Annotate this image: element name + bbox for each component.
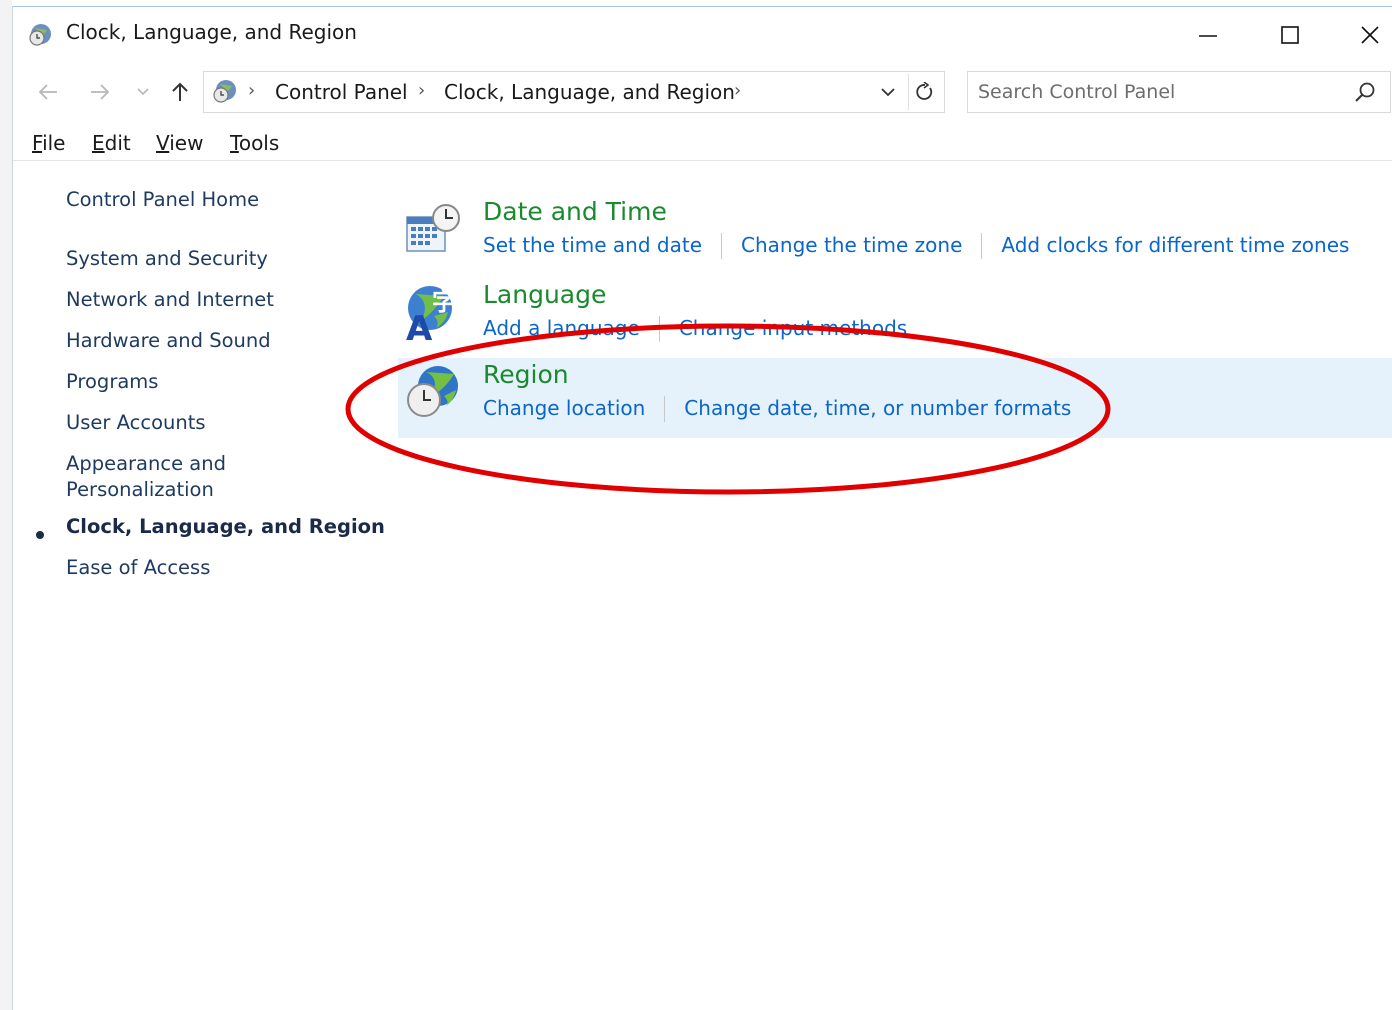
menu-edit[interactable]: Edit [92, 131, 131, 155]
forward-arrow-icon [91, 84, 110, 100]
link-change-location[interactable]: Change location [483, 396, 645, 420]
category-date-time: Date and Time Set the time and date Chang… [398, 195, 1392, 275]
sidebar-item-user-accounts[interactable]: User Accounts [66, 410, 206, 436]
menu-file[interactable]: File [32, 131, 65, 155]
address-bar[interactable]: › Control Panel › Clock, Language, and R… [203, 71, 945, 113]
search-box[interactable] [967, 71, 1391, 113]
back-button[interactable] [33, 77, 63, 107]
sidebar-item-ease-of-access[interactable]: Ease of Access [66, 555, 210, 581]
sidebar-item-appearance-line1[interactable]: Appearance and [66, 451, 226, 477]
address-history-dropdown[interactable] [874, 74, 902, 110]
menu-tools-access-key: T [230, 131, 239, 155]
breadcrumb-separator-icon[interactable]: › [248, 80, 255, 101]
minimize-button[interactable] [1185, 17, 1231, 53]
clock-globe-icon [213, 80, 236, 103]
svg-text:字: 字 [432, 288, 456, 316]
breadcrumb-separator-icon[interactable]: › [734, 80, 741, 101]
menu-bar: File Edit View Tools [13, 125, 1392, 161]
link-add-clocks[interactable]: Add clocks for different time zones [1001, 233, 1349, 257]
link-divider [981, 233, 983, 259]
search-input[interactable] [978, 79, 1338, 105]
back-arrow-icon [38, 84, 57, 100]
sidebar-item-hardware-sound[interactable]: Hardware and Sound [66, 328, 271, 354]
up-arrow-icon [172, 82, 188, 101]
breadcrumb-control-panel[interactable]: Control Panel [275, 80, 408, 104]
link-divider [658, 316, 660, 342]
category-links: Add a language Change input methods [483, 316, 907, 344]
desktop-edge [0, 0, 12, 1010]
sidebar-item-clock-language-region: Clock, Language, and Region [66, 515, 385, 538]
clock-globe-icon [29, 24, 51, 46]
sidebar-item-control-panel-home[interactable]: Control Panel Home [66, 187, 259, 213]
sidebar: Control Panel Home System and Security N… [13, 162, 393, 1010]
breadcrumb-separator-icon[interactable]: › [418, 80, 425, 101]
category-language: A 字 Language Add a language Change input … [398, 278, 1392, 358]
link-add-language[interactable]: Add a language [483, 316, 640, 340]
category-title[interactable]: Language [483, 280, 606, 309]
close-icon [1361, 26, 1379, 44]
maximize-icon [1281, 26, 1299, 44]
category-title[interactable]: Date and Time [483, 197, 667, 226]
title-bar: Clock, Language, and Region [13, 7, 1392, 59]
menu-view-access-key: V [156, 131, 170, 155]
link-divider [664, 396, 666, 422]
link-divider [721, 233, 723, 259]
window-title: Clock, Language, and Region [66, 20, 357, 44]
sidebar-item-network-internet[interactable]: Network and Internet [66, 287, 274, 313]
category-title[interactable]: Region [483, 360, 569, 389]
sidebar-item-programs[interactable]: Programs [66, 369, 158, 395]
minimize-icon [1199, 35, 1217, 37]
link-set-time-date[interactable]: Set the time and date [483, 233, 702, 257]
recent-locations-button[interactable] [131, 77, 155, 107]
sidebar-item-appearance-line2[interactable]: Personalization [66, 477, 214, 503]
breadcrumb-clock-language-region[interactable]: Clock, Language, and Region [444, 80, 735, 104]
up-button[interactable] [165, 77, 195, 107]
link-change-time-zone[interactable]: Change the time zone [741, 233, 962, 257]
close-button[interactable] [1347, 17, 1392, 53]
menu-tools[interactable]: Tools [230, 131, 279, 155]
sidebar-item-system-security[interactable]: System and Security [66, 246, 268, 272]
category-region[interactable]: Region Change location Change date, time,… [398, 358, 1392, 438]
link-change-formats[interactable]: Change date, time, or number formats [684, 396, 1071, 420]
category-links: Set the time and date Change the time zon… [483, 233, 1349, 261]
menu-view[interactable]: View [156, 131, 203, 155]
menu-edit-access-key: E [92, 131, 105, 155]
refresh-button[interactable] [908, 74, 940, 110]
region-icon[interactable] [404, 362, 462, 422]
navigation-bar: › Control Panel › Clock, Language, and R… [13, 69, 1392, 115]
category-links: Change location Change date, time, or num… [483, 396, 1071, 424]
search-icon[interactable] [1352, 80, 1378, 106]
link-change-input-methods[interactable]: Change input methods [679, 316, 907, 340]
forward-button[interactable] [85, 77, 115, 107]
control-panel-window: Clock, Language, and Region › Control Pa… [12, 6, 1392, 1010]
date-time-icon[interactable] [404, 199, 462, 259]
language-icon[interactable]: A 字 [404, 282, 462, 342]
refresh-icon [915, 82, 932, 100]
maximize-button[interactable] [1267, 17, 1313, 53]
menu-file-access-key: F [32, 131, 43, 155]
chevron-down-icon [137, 88, 149, 96]
current-item-bullet [36, 531, 44, 539]
chevron-down-icon [881, 88, 895, 97]
svg-text:A: A [406, 309, 433, 342]
